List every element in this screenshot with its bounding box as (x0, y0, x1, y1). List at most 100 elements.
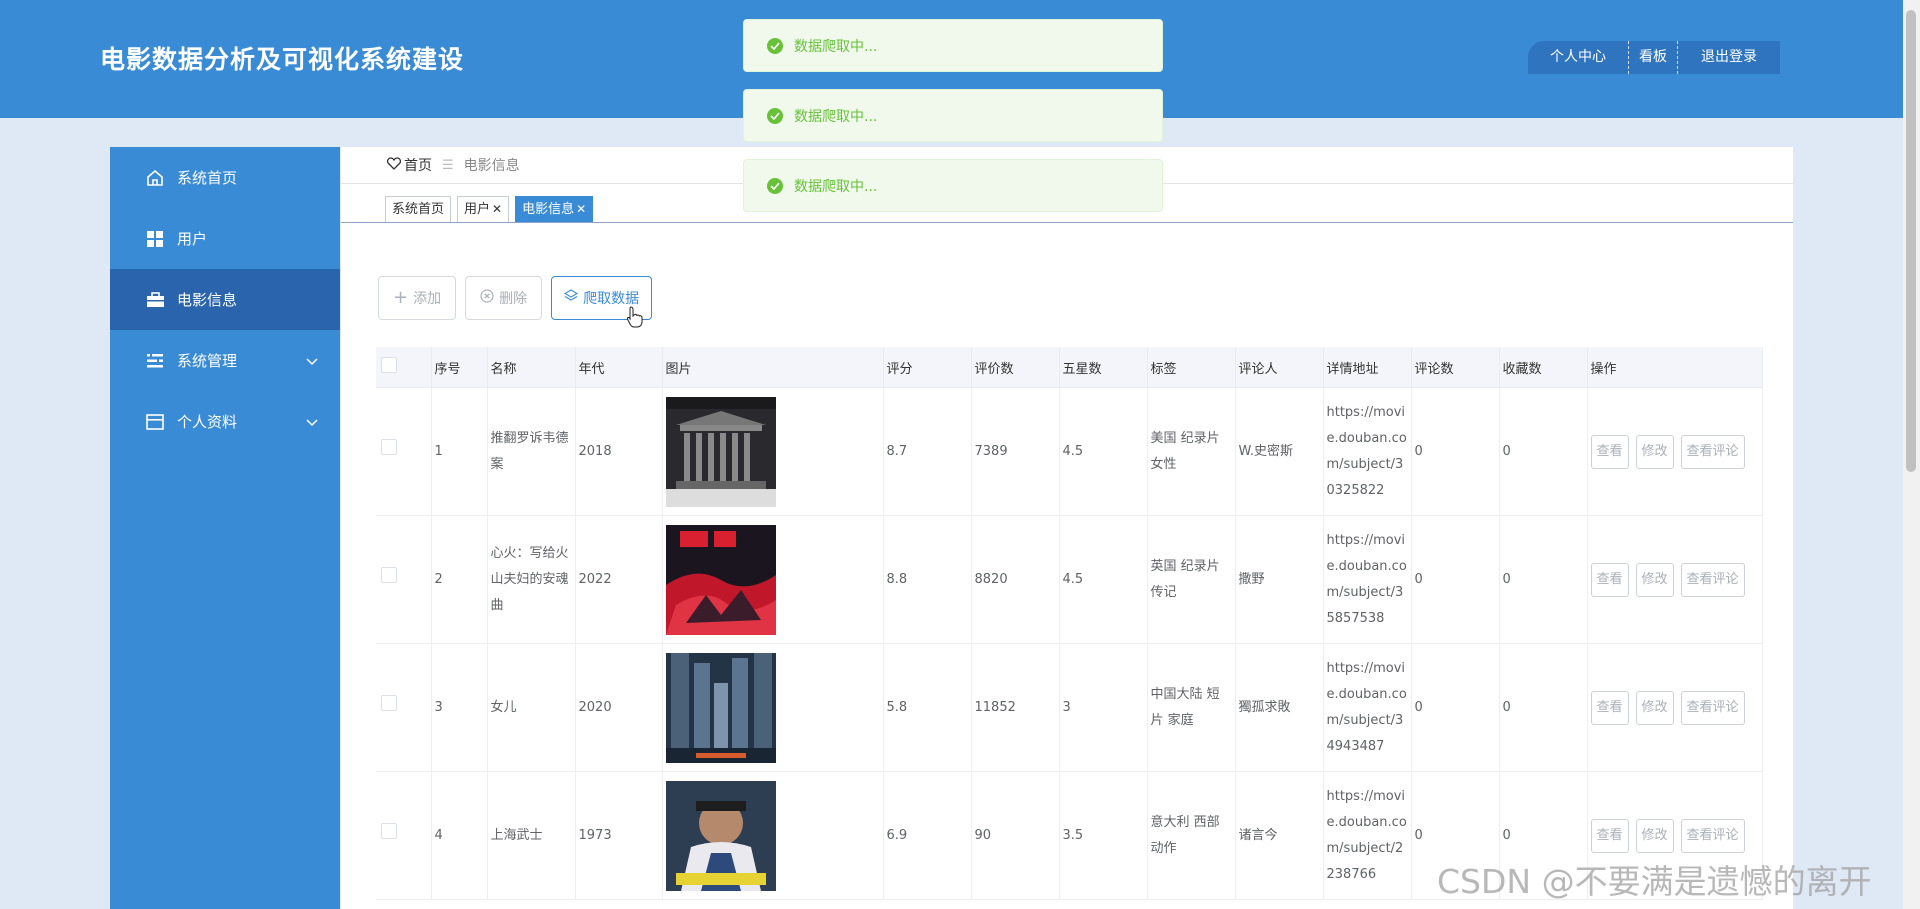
column-header: 操作 (1587, 347, 1763, 388)
row-select-cell (376, 643, 432, 772)
logout-link[interactable]: 退出登录 (1678, 41, 1780, 74)
cell-rating: 5.8 (883, 643, 972, 772)
hand-cursor-icon (626, 306, 644, 332)
view-button[interactable]: 查看 (1590, 562, 1629, 597)
cell-index: 4 (431, 771, 488, 900)
sidebar-item-label: 系统管理 (177, 352, 238, 370)
row-checkbox[interactable] (381, 566, 397, 583)
cell-reviewer: 獨孤求敗 (1235, 643, 1324, 772)
cell-rating: 8.8 (883, 515, 972, 644)
crawl-data-button-label: 爬取数据 (583, 291, 640, 307)
close-icon[interactable]: ✕ (576, 197, 586, 222)
cell-rating: 6.9 (883, 771, 972, 900)
chevron-down-icon (306, 352, 318, 370)
tab-users[interactable]: 用户 ✕ (457, 196, 510, 223)
cell-name: 推翻罗诉韦德案 (487, 387, 576, 516)
scrollbar-thumb[interactable] (1906, 10, 1916, 472)
movie-poster-image (665, 524, 776, 635)
cell-url: https://movie.douban.com/subject/3585753… (1323, 515, 1412, 644)
cell-comments: 0 (1411, 643, 1500, 772)
edit-button[interactable]: 修改 (1635, 818, 1674, 853)
cell-year: 2020 (575, 643, 663, 772)
cell-actions: 查看 修改 查看评论 (1587, 387, 1763, 516)
sidebar-item-system-management[interactable]: 系统管理 (110, 330, 340, 391)
cell-tags: 英国 纪录片 传记 (1147, 515, 1236, 644)
cell-index: 1 (431, 387, 488, 516)
view-button[interactable]: 查看 (1590, 434, 1629, 469)
edit-button[interactable]: 修改 (1635, 434, 1674, 469)
breadcrumb: 首页 ☰ 电影信息 (386, 155, 520, 175)
row-checkbox[interactable] (381, 822, 397, 839)
cell-favorites: 0 (1499, 643, 1588, 772)
cell-rating: 8.7 (883, 387, 972, 516)
toast-message: 数据爬取中... (743, 159, 1163, 212)
edit-button[interactable]: 修改 (1635, 690, 1674, 725)
cell-actions: 查看 修改 查看评论 (1587, 643, 1763, 772)
add-button-label: 添加 (413, 291, 442, 307)
tab-movies[interactable]: 电影信息 ✕ (515, 196, 594, 223)
row-select-cell (376, 515, 432, 644)
check-circle-icon (767, 37, 783, 54)
cell-name: 上海武士 (487, 771, 576, 900)
cell-favorites: 0 (1499, 515, 1588, 644)
home-icon (143, 166, 167, 190)
movie-poster-image (665, 652, 776, 763)
dashboard-link[interactable]: 看板 (1629, 41, 1677, 74)
sidebar-item-label: 系统首页 (177, 169, 238, 187)
delete-button-label: 删除 (499, 291, 528, 307)
toast-message: 数据爬取中... (743, 89, 1163, 142)
sidebar: 系统首页 用户 电影信息 系统管理 个人资料 (110, 147, 340, 909)
sidebar-item-label: 电影信息 (177, 291, 238, 309)
sidebar-item-movies[interactable]: 电影信息 (110, 269, 340, 330)
sidebar-item-profile[interactable]: 个人资料 (110, 391, 340, 452)
tab-label: 用户 (464, 202, 491, 217)
cell-poster (662, 771, 884, 900)
movie-poster-image (665, 780, 776, 891)
cell-votes: 7389 (971, 387, 1060, 516)
view-button[interactable]: 查看 (1590, 690, 1629, 725)
cell-year: 2018 (575, 387, 663, 516)
column-header: 收藏数 (1499, 347, 1588, 388)
cell-stars: 3 (1059, 643, 1148, 772)
menu-lines-icon (143, 349, 167, 373)
view-comments-button[interactable]: 查看评论 (1680, 690, 1745, 725)
cell-url: https://movie.douban.com/subject/3494348… (1323, 643, 1412, 772)
breadcrumb-home[interactable]: 首页 (386, 155, 432, 175)
table-row: 3 女儿 2020 5.8 11852 3 中国大陆 短片 家庭 獨孤求敗 ht… (376, 643, 1763, 772)
delete-button[interactable]: 删除 (465, 276, 543, 320)
cell-reviewer: 撒野 (1235, 515, 1324, 644)
layers-icon (564, 289, 579, 307)
add-button[interactable]: + 添加 (378, 276, 457, 320)
view-comments-button[interactable]: 查看评论 (1680, 434, 1745, 469)
column-header: 评论数 (1411, 347, 1500, 388)
personal-center-link[interactable]: 个人中心 (1528, 41, 1628, 74)
toast-message: 数据爬取中... (743, 19, 1163, 72)
column-header: 五星数 (1059, 347, 1148, 388)
select-all-cell (376, 347, 432, 388)
column-header: 评价数 (971, 347, 1060, 388)
view-button[interactable]: 查看 (1590, 818, 1629, 853)
sidebar-item-home[interactable]: 系统首页 (110, 147, 340, 208)
column-header: 标签 (1147, 347, 1236, 388)
toast-text: 数据爬取中... (794, 178, 878, 195)
cell-stars: 4.5 (1059, 387, 1148, 516)
edit-button[interactable]: 修改 (1635, 562, 1674, 597)
cell-votes: 11852 (971, 643, 1060, 772)
column-header: 年代 (575, 347, 663, 388)
close-icon[interactable]: ✕ (492, 197, 502, 222)
chevron-down-icon (306, 413, 318, 431)
sidebar-item-users[interactable]: 用户 (110, 208, 340, 269)
breadcrumb-separator: ☰ (442, 157, 454, 173)
breadcrumb-home-label: 首页 (404, 158, 432, 174)
tab-system-home[interactable]: 系统首页 (385, 196, 452, 223)
cell-votes: 8820 (971, 515, 1060, 644)
cell-url: https://movie.douban.com/subject/3032582… (1323, 387, 1412, 516)
view-comments-button[interactable]: 查看评论 (1680, 818, 1745, 853)
cell-index: 2 (431, 515, 488, 644)
row-checkbox[interactable] (381, 694, 397, 711)
toast-text: 数据爬取中... (794, 38, 878, 55)
select-all-checkbox[interactable] (381, 357, 397, 373)
view-comments-button[interactable]: 查看评论 (1680, 562, 1745, 597)
cell-stars: 4.5 (1059, 515, 1148, 644)
row-checkbox[interactable] (381, 438, 397, 455)
